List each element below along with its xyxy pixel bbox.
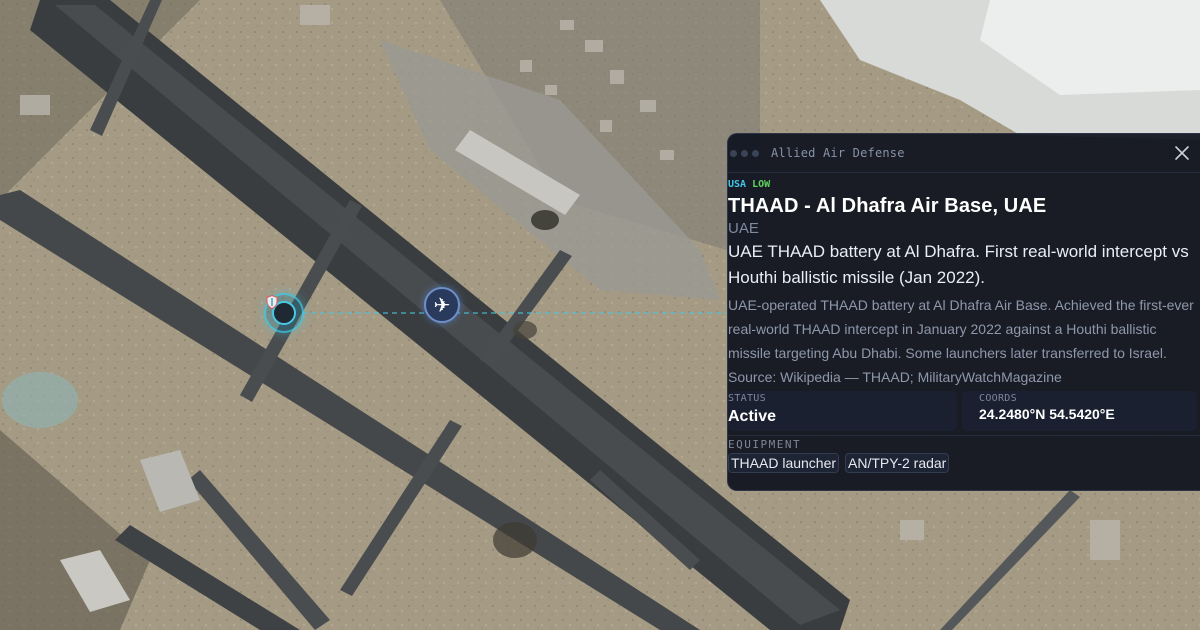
airplane-icon: ✈ bbox=[433, 293, 451, 317]
site-info-panel: Allied Air Defense USA LOW THAAD - Al Dh… bbox=[727, 133, 1200, 491]
site-summary: UAE THAAD battery at Al Dhafra. First re… bbox=[728, 242, 1189, 287]
site-description: UAE-operated THAAD battery at Al Dhafra … bbox=[728, 297, 1194, 385]
badge-row: USA LOW bbox=[728, 177, 1200, 191]
shield-icon bbox=[266, 295, 296, 325]
panel-title: Allied Air Defense bbox=[771, 146, 905, 160]
coords-value: 24.2480°N 54.5420°E bbox=[979, 406, 1115, 422]
country-badge: USA bbox=[728, 178, 747, 190]
window-dot bbox=[730, 149, 737, 157]
air-defense-site-marker[interactable] bbox=[266, 295, 302, 331]
threat-level-badge: LOW bbox=[752, 178, 771, 190]
air-base-marker[interactable]: ✈ bbox=[424, 287, 460, 323]
equipment-heading: EQUIPMENT bbox=[728, 435, 1200, 451]
status-card: STATUS Active bbox=[728, 391, 957, 431]
close-icon bbox=[1175, 146, 1189, 160]
site-name: THAAD - Al Dhafra Air Base, UAE bbox=[728, 195, 1047, 217]
window-dot bbox=[741, 149, 748, 157]
equipment-chip: AN/TPY-2 radar bbox=[845, 453, 950, 473]
equipment-list: THAAD launcher AN/TPY-2 radar bbox=[728, 453, 1200, 473]
status-value: Active bbox=[728, 408, 777, 425]
stats-row: STATUS Active COORDS 24.2480°N 54.5420°E bbox=[728, 391, 1200, 431]
equipment-chip: THAAD launcher bbox=[728, 453, 840, 473]
coords-label: COORDS bbox=[979, 393, 1017, 404]
window-dot bbox=[752, 149, 759, 157]
close-button[interactable] bbox=[1172, 143, 1192, 163]
operator-label: UAE bbox=[728, 220, 759, 237]
status-label: STATUS bbox=[728, 393, 766, 404]
panel-header: Allied Air Defense bbox=[728, 134, 1200, 173]
coords-card: COORDS 24.2480°N 54.5420°E bbox=[962, 391, 1197, 431]
